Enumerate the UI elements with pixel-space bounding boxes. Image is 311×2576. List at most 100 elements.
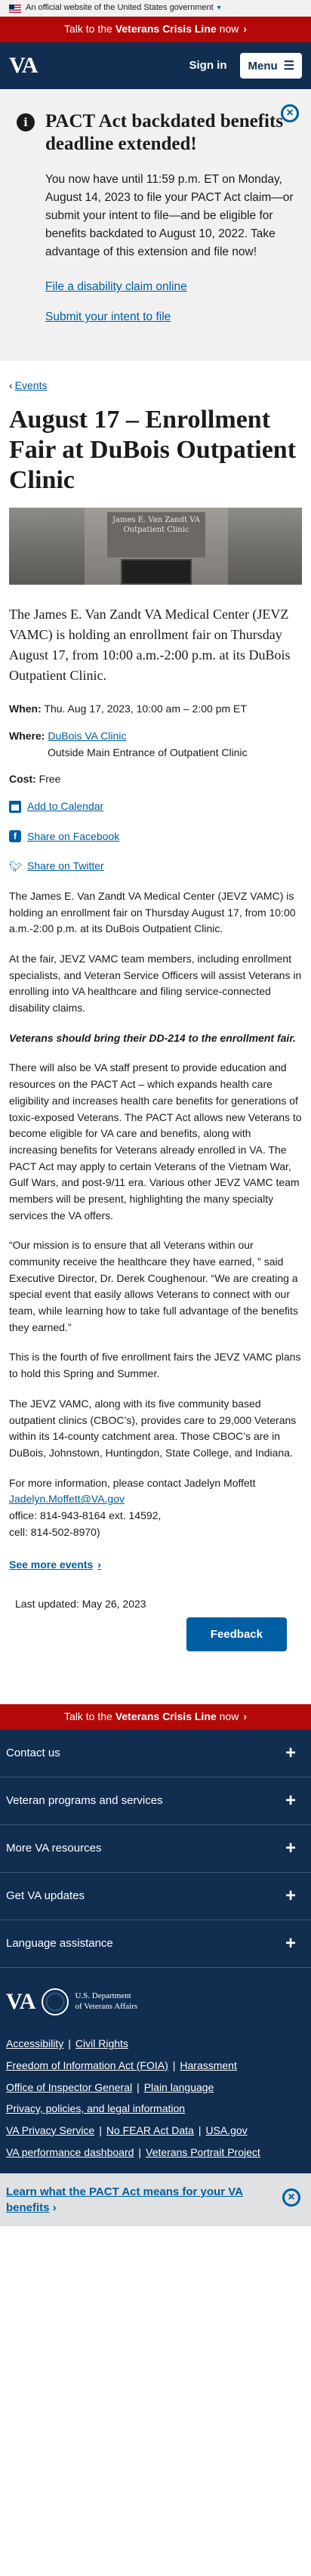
close-icon[interactable]: × [281, 104, 299, 122]
event-when: When: Thu. Aug 17, 2023, 10:00 am – 2:00… [9, 701, 302, 718]
add-to-calendar-link[interactable]: Add to Calendar [27, 798, 103, 815]
body-paragraph: “Our mission is to ensure that all Veter… [9, 1239, 298, 1333]
plus-icon: + [285, 1790, 296, 1812]
footer-accordion-programs[interactable]: Veteran programs and services + [0, 1778, 311, 1825]
arrow-right-icon: › [243, 23, 248, 36]
dept-line2: of Veterans Affairs [75, 2001, 138, 2011]
footer-accordion-language[interactable]: Language assistance + [0, 1920, 311, 1968]
dept-line1: U.S. Department [75, 1991, 131, 2001]
site-footer: Talk to the Veterans Crisis Line now › C… [0, 1703, 311, 2174]
crisis-prefix: Talk to the [63, 1710, 112, 1722]
contact-intro: For more information, please contact Jad… [9, 1476, 256, 1489]
dd214-note: Veterans should bring their DD-214 to th… [9, 1031, 296, 1044]
site-header: VA Sign in Menu ☰ [0, 42, 311, 89]
accordion-label: Veteran programs and services [6, 1794, 163, 1808]
footer-link-dashboard[interactable]: VA performance dashboard [6, 2146, 134, 2158]
va-logo[interactable]: VA [9, 48, 38, 84]
hamburger-icon: ☰ [283, 60, 294, 73]
footer-link-civil-rights[interactable]: Civil Rights [75, 2037, 128, 2049]
event-where: Where: DuBois VA Clinic Outside Main Ent… [9, 728, 302, 761]
body-paragraph: At the fair, JEVZ VAMC team members, inc… [9, 953, 302, 1015]
va-logo: VA [6, 1988, 36, 2014]
footer-accordion-contact[interactable]: Contact us + [0, 1730, 311, 1778]
us-flag-icon [9, 4, 21, 13]
body-paragraph: There will also be VA staff present to p… [9, 1061, 302, 1222]
accordion-label: More VA resources [6, 1842, 102, 1855]
plus-icon: + [285, 1743, 296, 1764]
info-icon: i [17, 113, 35, 131]
crisis-bold: Veterans Crisis Line [115, 1710, 217, 1722]
calendar-icon [9, 800, 21, 813]
where-label: Where: [9, 729, 45, 742]
when-value: Thu. Aug 17, 2023, 10:00 am – 2:00 pm ET [44, 703, 247, 715]
cost-value: Free [38, 773, 61, 786]
crisis-line-bar[interactable]: Talk to the Veterans Crisis Line now › [0, 17, 311, 42]
footer-link-plain-language[interactable]: Plain language [144, 2081, 214, 2093]
contact-cell: cell: 814-502-8970) [9, 1525, 100, 1538]
footer-link-oig[interactable]: Office of Inspector General [6, 2081, 132, 2093]
feedback-button[interactable]: Feedback [186, 1617, 287, 1651]
footer-logo[interactable]: VA U.S. Department of Veterans Affairs [0, 1968, 311, 2037]
contact-email-link[interactable]: Jadelyn.Moffett@VA.gov [9, 1493, 125, 1505]
photo-sign-text: James E. Van Zandt VA Outpatient Clinic [107, 512, 205, 558]
breadcrumb-events-link[interactable]: Events [15, 379, 48, 391]
crisis-suffix: now [219, 23, 239, 36]
footer-link-privacy[interactable]: Privacy, policies, and legal information [6, 2102, 185, 2114]
arrow-right-icon: › [52, 2201, 57, 2215]
intent-to-file-link[interactable]: Submit your intent to file [45, 308, 297, 326]
where-link[interactable]: DuBois VA Clinic [48, 730, 126, 742]
arrow-right-icon: › [243, 1710, 248, 1722]
add-to-calendar[interactable]: Add to Calendar [9, 798, 302, 815]
see-more-events-link[interactable]: See more events › [9, 1557, 101, 1574]
twitter-icon: 🐦︎ [9, 860, 23, 873]
footer-link-portrait[interactable]: Veterans Portrait Project [146, 2146, 260, 2158]
share-twitter-link[interactable]: Share on Twitter [27, 858, 104, 875]
when-label: When: [9, 703, 42, 715]
chevron-down-icon: ▾ [217, 4, 221, 13]
contact-info: For more information, please contact Jad… [9, 1475, 302, 1541]
chevron-left-icon: ‹ [9, 379, 13, 392]
contact-office: office: 814-943-8164 ext. 14592, [9, 1509, 162, 1521]
chevron-right-icon: › [97, 1558, 101, 1571]
footer-accordion-resources[interactable]: More VA resources + [0, 1825, 311, 1873]
gov-banner[interactable]: An official website of the United States… [0, 0, 311, 17]
file-claim-link[interactable]: File a disability claim online [45, 278, 297, 296]
footer-link-no-fear[interactable]: No FEAR Act Data [106, 2124, 194, 2136]
crisis-prefix: Talk to the [63, 23, 112, 36]
alert-title: PACT Act backdated benefits deadline ext… [45, 111, 284, 154]
event-cost: Cost: Free [9, 771, 302, 788]
pact-alert: i × PACT Act backdated benefits deadline… [0, 89, 311, 362]
footer-accordion-updates[interactable]: Get VA updates + [0, 1873, 311, 1920]
pact-promo-link[interactable]: Learn what the PACT Act means for your V… [6, 2185, 243, 2214]
menu-label: Menu [248, 59, 278, 73]
footer-link-usa-gov[interactable]: USA.gov [205, 2124, 247, 2136]
dept-name: U.S. Department of Veterans Affairs [75, 1991, 137, 2012]
event-actions: Add to Calendar f Share on Facebook 🐦︎ S… [9, 798, 302, 875]
alert-body: You now have until 11:59 p.m. ET on Mond… [45, 173, 294, 259]
accordion-label: Get VA updates [6, 1889, 85, 1903]
gov-banner-text: An official website of the United States… [26, 3, 214, 13]
share-twitter[interactable]: 🐦︎ Share on Twitter [9, 858, 302, 875]
va-seal-icon [42, 1988, 69, 2015]
share-facebook[interactable]: f Share on Facebook [9, 829, 302, 845]
page-title: August 17 – Enrollment Fair at DuBois Ou… [9, 405, 297, 495]
share-facebook-link[interactable]: Share on Facebook [27, 829, 119, 845]
sign-in-link[interactable]: Sign in [189, 57, 226, 74]
footer-link-foia[interactable]: Freedom of Information Act (FOIA) [6, 2059, 168, 2071]
footer-link-accessibility[interactable]: Accessibility [6, 2037, 63, 2049]
see-more-label: See more events [9, 1558, 94, 1571]
breadcrumb: ‹ Events [9, 378, 302, 394]
footer-crisis-line-bar[interactable]: Talk to the Veterans Crisis Line now › [0, 1703, 311, 1730]
footer-link-harassment[interactable]: Harassment [180, 2059, 236, 2071]
footer-link-va-privacy[interactable]: VA Privacy Service [6, 2124, 94, 2136]
body-paragraph: The JEVZ VAMC, along with its five commu… [9, 1397, 297, 1459]
last-updated: Last updated: May 26, 2023 [15, 1598, 146, 1610]
accordion-label: Language assistance [6, 1937, 113, 1951]
body-paragraph: This is the fourth of five enrollment fa… [9, 1351, 301, 1380]
accordion-label: Contact us [6, 1747, 60, 1760]
pact-promo-bar[interactable]: Learn what the PACT Act means for your V… [0, 2173, 311, 2227]
plus-icon: + [285, 1933, 296, 1954]
close-icon[interactable]: × [282, 2188, 300, 2207]
menu-button[interactable]: Menu ☰ [240, 53, 302, 79]
main-content: ‹ Events August 17 – Enrollment Fair at D… [0, 378, 311, 1651]
